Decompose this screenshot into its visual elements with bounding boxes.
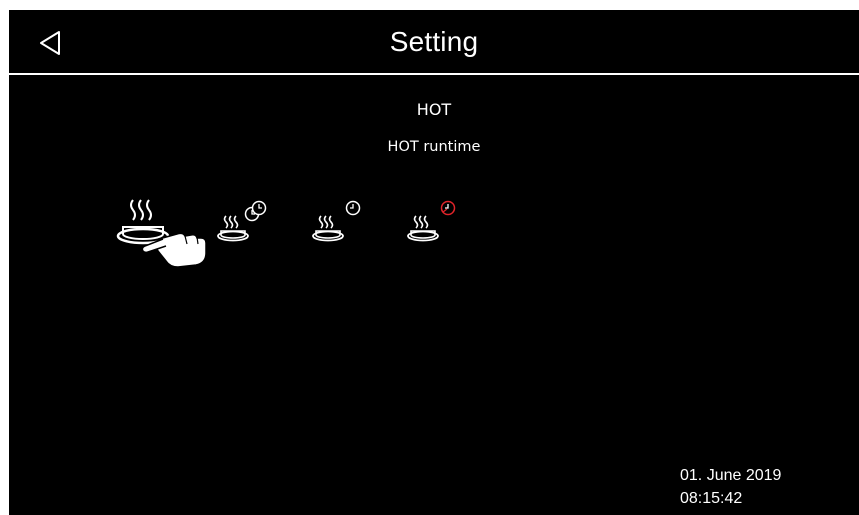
date-text: 01. June 2019 (680, 467, 782, 484)
hot-mode-button[interactable] (115, 194, 215, 269)
hot-timer-icon (217, 200, 267, 242)
hot-mode-icon (116, 199, 207, 268)
hot-clock-off-icon (407, 200, 456, 242)
mode-label: HOT (416, 100, 452, 119)
header-bar: Setting (9, 10, 859, 73)
header-divider (9, 73, 859, 75)
submode-label: HOT runtime (387, 139, 481, 155)
time-text: 08:15:42 (680, 490, 743, 507)
hot-clock-off-button[interactable] (404, 197, 464, 245)
hot-timer-button[interactable] (214, 197, 274, 245)
settings-screen: Setting HOT HOT runtime 01. June 2019 08… (9, 10, 859, 515)
page-title: Setting (389, 26, 479, 57)
hot-clock-icon (312, 200, 361, 242)
hot-clock-button[interactable] (309, 197, 369, 245)
date-time-display: 01. June 2019 08:15:42 (680, 464, 781, 510)
